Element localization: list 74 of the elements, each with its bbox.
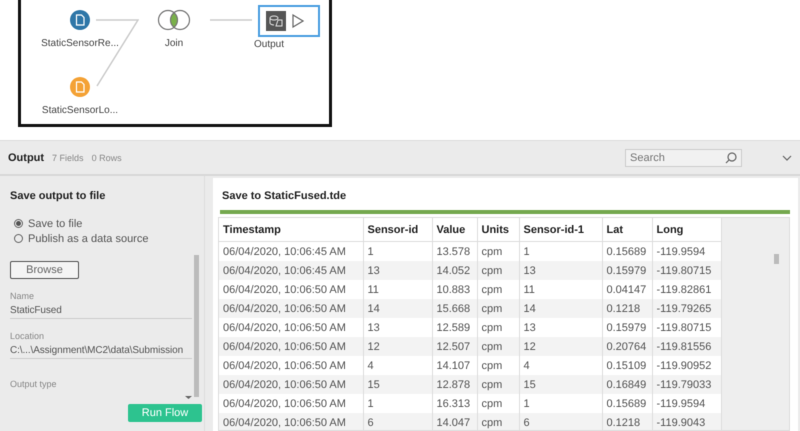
table-cell: 15 — [519, 375, 602, 394]
table-cell: 06/04/2020, 10:06:50 AM — [219, 337, 363, 356]
file-node-icon[interactable] — [70, 10, 90, 30]
table-cell: 0.15979 — [602, 261, 652, 280]
table-cell: 14 — [519, 299, 602, 318]
table-cell: 0.16849 — [602, 375, 652, 394]
table-cell: -119.79033 — [652, 375, 721, 394]
database-icon — [266, 11, 286, 31]
browse-button[interactable]: Browse — [10, 261, 79, 279]
table-cell: 12.507 — [432, 337, 477, 356]
section-title: Save output to file — [10, 190, 106, 202]
table-cell: 15 — [363, 375, 432, 394]
column-header[interactable]: Timestamp — [219, 218, 363, 242]
table-cell: 06/04/2020, 10:06:50 AM — [219, 299, 363, 318]
table-cell: 06/04/2020, 10:06:50 AM — [219, 375, 363, 394]
table-cell: cpm — [477, 413, 519, 430]
input-field[interactable]: C:\...\Assignment\MC2\data\Submission — [10, 341, 192, 359]
field-count: 7 Fields — [52, 152, 84, 162]
field-label: Location — [10, 331, 46, 341]
column-header[interactable]: Sensor-id-1 — [519, 218, 602, 242]
column-header[interactable]: Value — [432, 218, 477, 242]
radio-option[interactable]: Publish as a data source — [14, 231, 204, 246]
table-cell: -119.9043 — [652, 413, 721, 430]
connector-line — [210, 18, 252, 22]
preview-title: Save to StaticFused.tde — [222, 190, 348, 202]
table-cell: 06/04/2020, 10:06:50 AM — [219, 413, 363, 430]
file-node-icon[interactable] — [70, 77, 90, 97]
chevron-down-icon[interactable] — [782, 154, 792, 160]
row-count: 0 Rows — [92, 152, 122, 162]
radio-button[interactable] — [14, 219, 23, 228]
column-header[interactable]: Lat — [602, 218, 652, 242]
table-cell: 14 — [363, 299, 432, 318]
table-cell: cpm — [477, 337, 519, 356]
join-node-icon[interactable] — [157, 9, 191, 31]
panel-title: Output — [8, 152, 44, 164]
scrollbar[interactable] — [774, 254, 779, 264]
table-cell: 15.668 — [432, 299, 477, 318]
table-cell: 13 — [363, 261, 432, 280]
table-cell: 12 — [363, 337, 432, 356]
table-cell: -119.81556 — [652, 337, 721, 356]
table-cell: 14.052 — [432, 261, 477, 280]
field-label: Name — [10, 291, 36, 301]
table-cell: 0.1218 — [602, 413, 652, 430]
node-label: Join — [164, 38, 184, 49]
table-cell: 0.1218 — [602, 299, 652, 318]
search-field[interactable]: Search — [625, 148, 742, 166]
table-cell: 14.047 — [432, 413, 477, 430]
play-icon[interactable] — [292, 14, 304, 28]
table-cell: cpm — [477, 261, 519, 280]
column-header[interactable]: Long — [652, 218, 721, 242]
table-cell: 12.878 — [432, 375, 477, 394]
column-header[interactable]: Units — [477, 218, 519, 242]
field-label: Output type — [10, 379, 58, 389]
table-cell: 06/04/2020, 10:06:45 AM — [219, 261, 363, 280]
column-header[interactable]: Sensor-id — [363, 218, 432, 242]
input-field[interactable]: StaticFused — [10, 301, 192, 319]
output-node[interactable] — [258, 5, 320, 37]
radio-button[interactable] — [14, 234, 23, 243]
table-cell: 6 — [363, 413, 432, 430]
table-cell: cpm — [477, 375, 519, 394]
radio-option[interactable]: Save to file — [14, 216, 204, 231]
table-cell: -119.79265 — [652, 299, 721, 318]
dropdown-caret-icon[interactable] — [185, 396, 192, 399]
table-cell: -119.80715 — [652, 261, 721, 280]
table-cell: 0.20764 — [602, 337, 652, 356]
table-cell: 13 — [519, 261, 602, 280]
scrollbar[interactable] — [194, 255, 199, 397]
search-icon[interactable] — [725, 152, 737, 164]
node-label: Output — [252, 39, 286, 50]
table-cell: 6 — [519, 413, 602, 430]
node-label: StaticSensorRe... — [40, 38, 120, 49]
node-label: StaticSensorLo... — [40, 105, 120, 116]
table-cell: cpm — [477, 299, 519, 318]
table-cell: 12 — [519, 337, 602, 356]
